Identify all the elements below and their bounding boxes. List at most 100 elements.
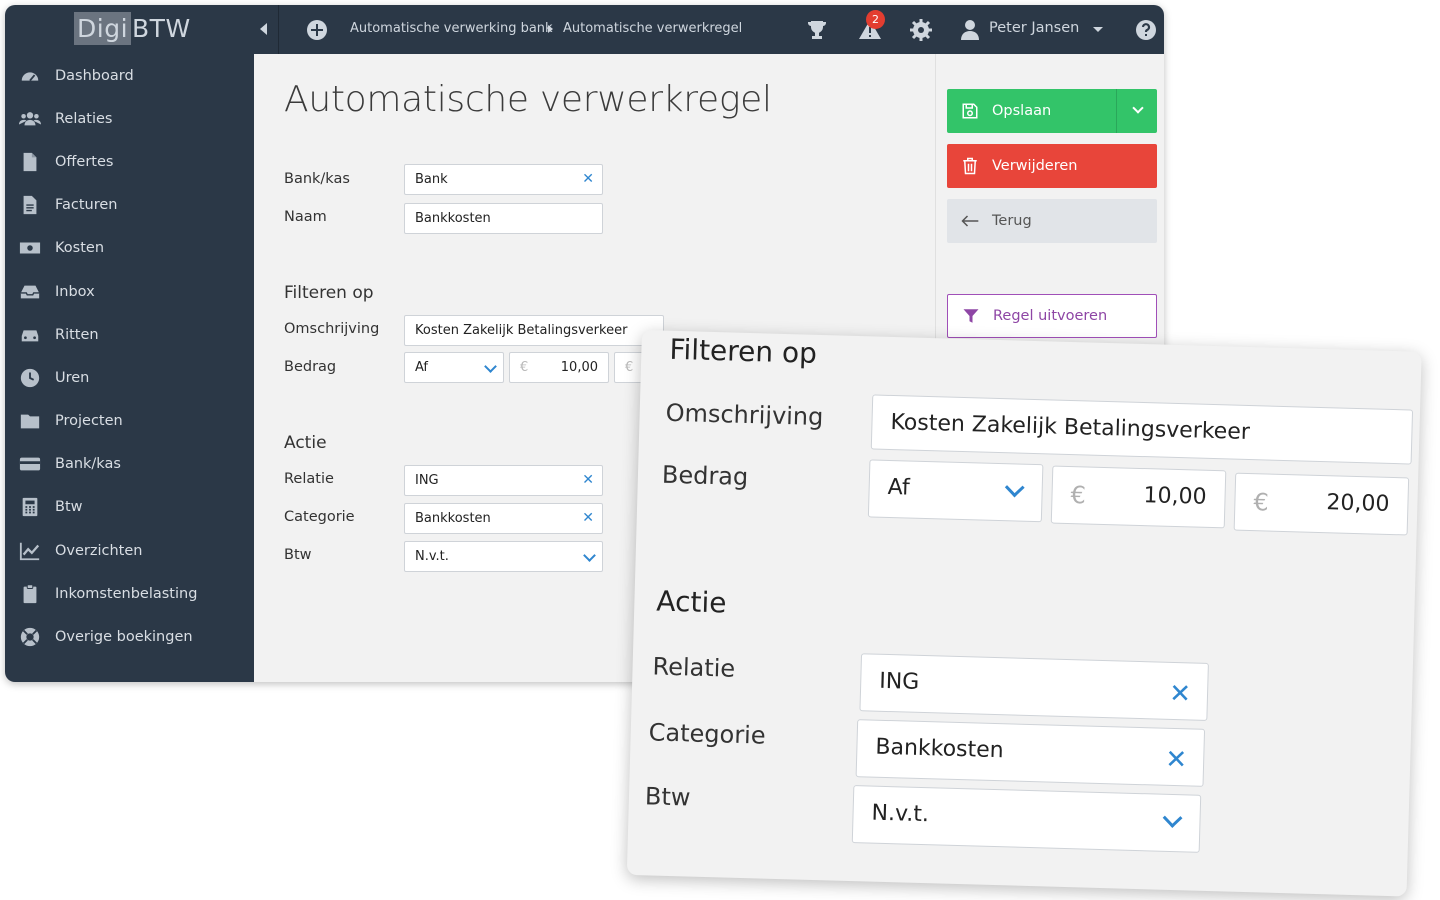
add-icon[interactable]: [307, 20, 327, 40]
sidebar-item-label: Bank/kas: [55, 456, 121, 473]
euro-icon: €: [1070, 481, 1087, 510]
vat-select[interactable]: N.v.t.: [851, 785, 1202, 853]
sidebar-item-kosten[interactable]: Kosten: [5, 227, 254, 270]
clear-icon[interactable]: ✕: [582, 472, 594, 488]
sidebar: Digi BTW Dashboard Relaties Offertes Fact…: [5, 5, 254, 682]
user-icon[interactable]: [958, 18, 982, 42]
sidebar-item-dashboard[interactable]: Dashboard: [5, 54, 254, 97]
users-icon: [5, 108, 55, 130]
breadcrumb-item-1[interactable]: Automatische verwerking bank: [350, 21, 553, 36]
bank-select[interactable]: Bank ✕: [404, 164, 603, 195]
amount-direction-value: Af: [887, 474, 911, 501]
save-button[interactable]: Opslaan: [947, 89, 1157, 133]
back-label: Terug: [992, 213, 1032, 229]
bank-label: Bank/kas: [284, 171, 350, 187]
relation-select[interactable]: ING ✕: [859, 653, 1209, 721]
clock-icon: [5, 367, 55, 389]
sidebar-item-overige-boekingen[interactable]: Overige boekingen: [5, 615, 254, 658]
chevron-down-icon[interactable]: [1132, 102, 1144, 114]
delete-label: Verwijderen: [992, 158, 1078, 174]
run-rule-label: Regel uitvoeren: [993, 308, 1108, 324]
description-label: Omschrijving: [284, 321, 380, 337]
delete-button[interactable]: Verwijderen: [947, 144, 1157, 188]
back-button[interactable]: Terug: [947, 199, 1157, 243]
zoomed-detail-card: Filteren op Omschrijving Kosten Zakelijk…: [626, 330, 1422, 897]
description-input[interactable]: Kosten Zakelijk Betalingsverkeer: [404, 315, 664, 346]
sidebar-item-label: Facturen: [55, 197, 118, 214]
vat-label: Btw: [284, 547, 312, 563]
filter-icon: [948, 307, 993, 325]
help-icon[interactable]: [1134, 18, 1158, 42]
trophy-icon[interactable]: [805, 18, 829, 42]
sidebar-item-inkomstenbelasting[interactable]: Inkomstenbelasting: [5, 572, 254, 615]
relation-select[interactable]: ING ✕: [404, 465, 603, 496]
clear-icon[interactable]: ✕: [1169, 679, 1192, 710]
divider: [278, 5, 279, 54]
clear-icon[interactable]: ✕: [582, 510, 594, 526]
filter-section-title: Filteren op: [669, 332, 818, 370]
file-icon: [5, 151, 55, 173]
sidebar-item-bank-kas[interactable]: Bank/kas: [5, 443, 254, 486]
top-bar: Automatische verwerking bank Automatisch…: [254, 5, 1164, 54]
vat-select[interactable]: N.v.t.: [404, 541, 603, 572]
description-input[interactable]: Kosten Zakelijk Betalingsverkeer: [870, 394, 1414, 465]
app-logo[interactable]: Digi BTW: [74, 11, 191, 45]
breadcrumb-separator-icon: [548, 25, 553, 33]
vat-value: N.v.t.: [871, 800, 930, 828]
filter-section-title: Filteren op: [284, 283, 374, 303]
money-icon: [5, 237, 55, 259]
sidebar-item-btw[interactable]: Btw: [5, 486, 254, 529]
save-icon: [947, 102, 992, 120]
sidebar-item-offertes[interactable]: Offertes: [5, 140, 254, 183]
chevron-down-icon: [1162, 808, 1183, 828]
relation-label: Relatie: [284, 471, 334, 487]
sidebar-item-projecten[interactable]: Projecten: [5, 400, 254, 443]
chart-icon: [5, 540, 55, 562]
vat-label: Btw: [644, 782, 691, 812]
action-section-title: Actie: [284, 433, 327, 453]
sidebar-item-inbox[interactable]: Inbox: [5, 270, 254, 313]
sidebar-item-label: Inbox: [55, 283, 95, 300]
user-name[interactable]: Peter Jansen: [989, 20, 1079, 36]
amount-label: Bedrag: [661, 460, 749, 492]
name-input[interactable]: Bankkosten: [404, 203, 603, 234]
amount-min-input[interactable]: € 10,00: [509, 352, 609, 383]
amount-min-input[interactable]: € 10,00: [1050, 465, 1227, 529]
relation-value: ING: [415, 473, 439, 488]
gear-icon[interactable]: [909, 18, 933, 42]
category-label: Categorie: [284, 509, 355, 525]
sidebar-item-relaties[interactable]: Relaties: [5, 97, 254, 140]
credit-card-icon: [5, 453, 55, 475]
clear-icon[interactable]: ✕: [1165, 745, 1188, 776]
invoice-icon: [5, 194, 55, 216]
logo-digi: Digi: [74, 11, 132, 45]
euro-icon: €: [625, 360, 634, 375]
chevron-down-icon[interactable]: [1093, 27, 1103, 32]
folder-icon: [5, 410, 55, 432]
sidebar-item-label: Overzichten: [55, 542, 143, 559]
page-title: Automatische verwerkregel: [284, 79, 772, 120]
amount-label: Bedrag: [284, 359, 337, 375]
amount-direction-select[interactable]: Af: [867, 459, 1044, 523]
sidebar-item-uren[interactable]: Uren: [5, 356, 254, 399]
clear-icon[interactable]: ✕: [582, 171, 594, 187]
category-select[interactable]: Bankkosten ✕: [855, 719, 1206, 787]
amount-max-input[interactable]: € 20,00: [1233, 472, 1410, 536]
breadcrumb-item-2: Automatische verwerkregel: [563, 21, 743, 36]
notification-badge: 2: [866, 10, 885, 29]
sidebar-item-label: Overige boekingen: [55, 629, 193, 646]
trash-icon: [947, 156, 992, 176]
sidebar-item-label: Btw: [55, 499, 83, 516]
sidebar-item-ritten[interactable]: Ritten: [5, 313, 254, 356]
category-label: Categorie: [648, 718, 766, 750]
sidebar-item-overzichten[interactable]: Overzichten: [5, 529, 254, 572]
chevron-down-icon: [484, 360, 497, 373]
category-select[interactable]: Bankkosten ✕: [404, 503, 603, 534]
sidebar-item-facturen[interactable]: Facturen: [5, 184, 254, 227]
collapse-sidebar-icon[interactable]: [260, 23, 267, 35]
run-rule-button[interactable]: Regel uitvoeren: [947, 294, 1157, 338]
amount-direction-select[interactable]: Af: [404, 352, 504, 383]
chevron-down-icon: [1004, 477, 1025, 498]
euro-icon: €: [520, 360, 529, 375]
sidebar-nav: Dashboard Relaties Offertes Facturen Kos…: [5, 54, 254, 659]
